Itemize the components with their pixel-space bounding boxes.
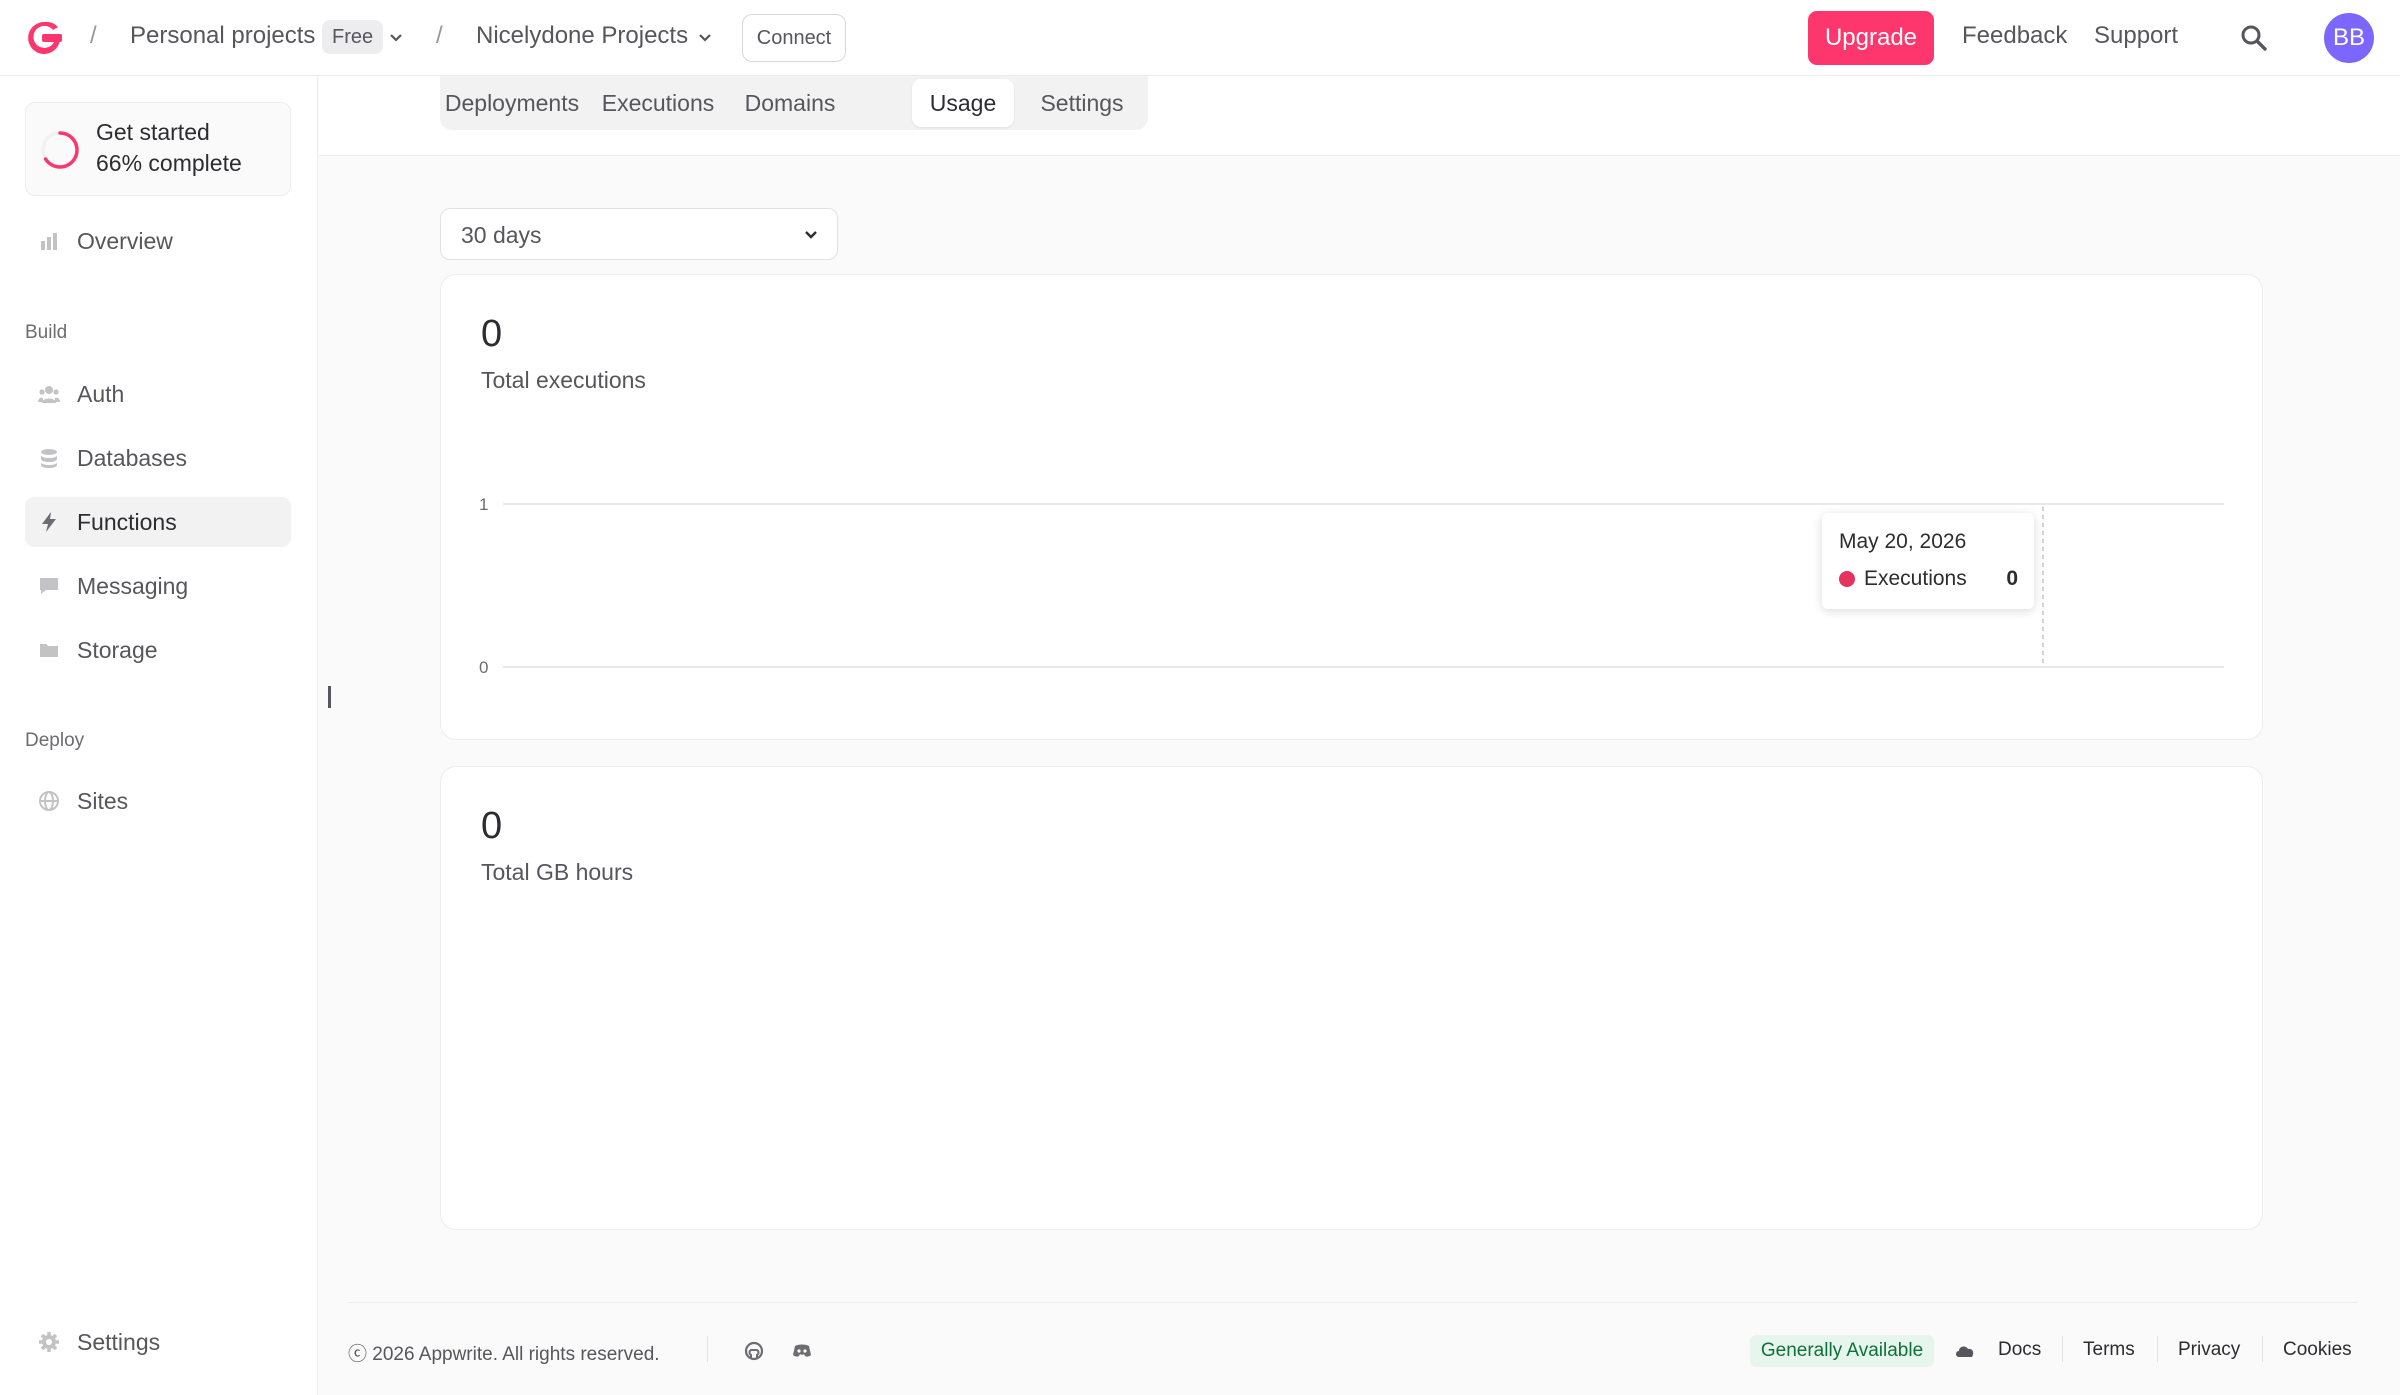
tab-settings[interactable]: Settings: [1022, 79, 1142, 127]
footer-link-terms[interactable]: Terms: [2083, 1339, 2135, 1361]
sidebar-item-sites[interactable]: Sites: [25, 776, 291, 826]
tabs: Deployments Executions Domains Usage Set…: [440, 76, 1148, 130]
sidebar-item-overview[interactable]: Overview: [25, 216, 291, 266]
plan-badge: Free: [322, 20, 384, 54]
tab-domains[interactable]: Domains: [736, 79, 844, 127]
cloud-icon: [1956, 1346, 1974, 1357]
footer-divider: [1358, 1302, 2358, 1303]
section-build: Build: [25, 322, 68, 343]
sidebar-item-label: Settings: [77, 1329, 161, 1355]
org-selector[interactable]: Personal projects: [130, 22, 315, 50]
executions-chart[interactable]: 10: [441, 275, 2264, 741]
sidebar-item-storage[interactable]: Storage: [25, 625, 291, 675]
footer-link-cookies[interactable]: Cookies: [2283, 1339, 2352, 1361]
footer-link-privacy[interactable]: Privacy: [2178, 1339, 2240, 1361]
sidebar-item-label: Storage: [77, 637, 158, 663]
project-selector[interactable]: Nicelydone Projects: [476, 22, 688, 50]
feedback-link[interactable]: Feedback: [1962, 22, 2067, 50]
search-icon[interactable]: [2238, 22, 2270, 54]
discord-icon[interactable]: [791, 1340, 813, 1362]
chevron-down-icon[interactable]: [386, 28, 406, 48]
sidebar-item-functions[interactable]: Functions: [25, 497, 291, 547]
executions-card: 0 Total executions 10: [440, 274, 2263, 740]
connect-button[interactable]: Connect: [742, 14, 846, 62]
appwrite-logo-icon[interactable]: [24, 18, 64, 58]
sidebar-item-label: Overview: [77, 228, 173, 254]
lightning-icon: [42, 512, 56, 532]
sidebar-item-label: Messaging: [77, 573, 189, 599]
sidebar-item-label: Auth: [77, 381, 125, 407]
tooltip-series-name: Executions: [1864, 567, 1967, 590]
sidebar-item-label: Databases: [77, 445, 187, 471]
get-started-card[interactable]: Get started 66% complete: [25, 102, 291, 196]
y-tick-label: 0: [479, 658, 488, 677]
footer-link-docs[interactable]: Docs: [1998, 1339, 2041, 1361]
tooltip-date: May 20, 2026: [1839, 530, 1967, 553]
y-tick-label: 1: [479, 495, 488, 514]
folder-icon: [40, 644, 58, 657]
total-gb-hours-label: Total GB hours: [481, 859, 634, 885]
tab-deployments[interactable]: Deployments: [444, 79, 580, 127]
sidebar-item-databases[interactable]: Databases: [25, 433, 291, 483]
upgrade-button[interactable]: Upgrade: [1808, 11, 1934, 65]
footer-divider: [348, 1302, 1358, 1303]
status-badge: Generally Available: [1750, 1335, 1934, 1367]
series-color-dot: [1839, 571, 1855, 587]
breadcrumb-separator: /: [436, 22, 443, 49]
database-icon: [41, 449, 57, 468]
sidebar-item-label: Functions: [77, 509, 177, 535]
footer-separator: [2157, 1336, 2158, 1362]
sidebar: Get started 66% complete Overview Build …: [0, 76, 318, 1395]
chevron-down-icon[interactable]: [695, 28, 715, 48]
gb-hours-card: 0 Total GB hours: [440, 766, 2263, 1230]
section-deploy: Deploy: [25, 730, 85, 751]
period-select-value: 30 days: [461, 222, 542, 248]
sidebar-item-settings[interactable]: Settings: [25, 1317, 291, 1367]
footer-separator: [707, 1336, 708, 1362]
globe-icon: [39, 791, 59, 811]
breadcrumb-separator: /: [90, 22, 97, 49]
sidebar-resize-handle[interactable]: [328, 686, 331, 708]
avatar[interactable]: BB: [2324, 13, 2374, 63]
message-icon: [40, 578, 58, 594]
total-gb-hours-value: 0: [481, 805, 503, 847]
top-bar: / Personal projects Free / Nicelydone Pr…: [0, 0, 2400, 76]
copyright-text: ⓒ 2026 Appwrite. All rights reserved.: [348, 1344, 660, 1365]
period-select[interactable]: 30 days: [440, 208, 838, 260]
chevron-down-icon: [805, 231, 817, 239]
footer-separator: [2262, 1336, 2263, 1362]
chart-tooltip: May 20, 2026 Executions 0: [1822, 513, 2034, 609]
users-icon: [38, 386, 60, 403]
github-icon[interactable]: [743, 1340, 765, 1362]
sidebar-item-auth[interactable]: Auth: [25, 369, 291, 419]
gear-icon: [39, 1332, 59, 1352]
tab-usage[interactable]: Usage: [912, 79, 1014, 127]
footer-separator: [2062, 1336, 2063, 1362]
support-link[interactable]: Support: [2094, 22, 2178, 50]
sidebar-item-label: Sites: [77, 788, 129, 814]
get-started-progress: 66% complete: [96, 150, 242, 176]
get-started-title: Get started: [96, 119, 210, 145]
sidebar-item-messaging[interactable]: Messaging: [25, 561, 291, 611]
progress-ring-icon: [41, 131, 79, 169]
tooltip-value: 0: [2006, 567, 2018, 590]
bar-chart-icon: [41, 233, 57, 250]
tab-executions[interactable]: Executions: [586, 79, 730, 127]
